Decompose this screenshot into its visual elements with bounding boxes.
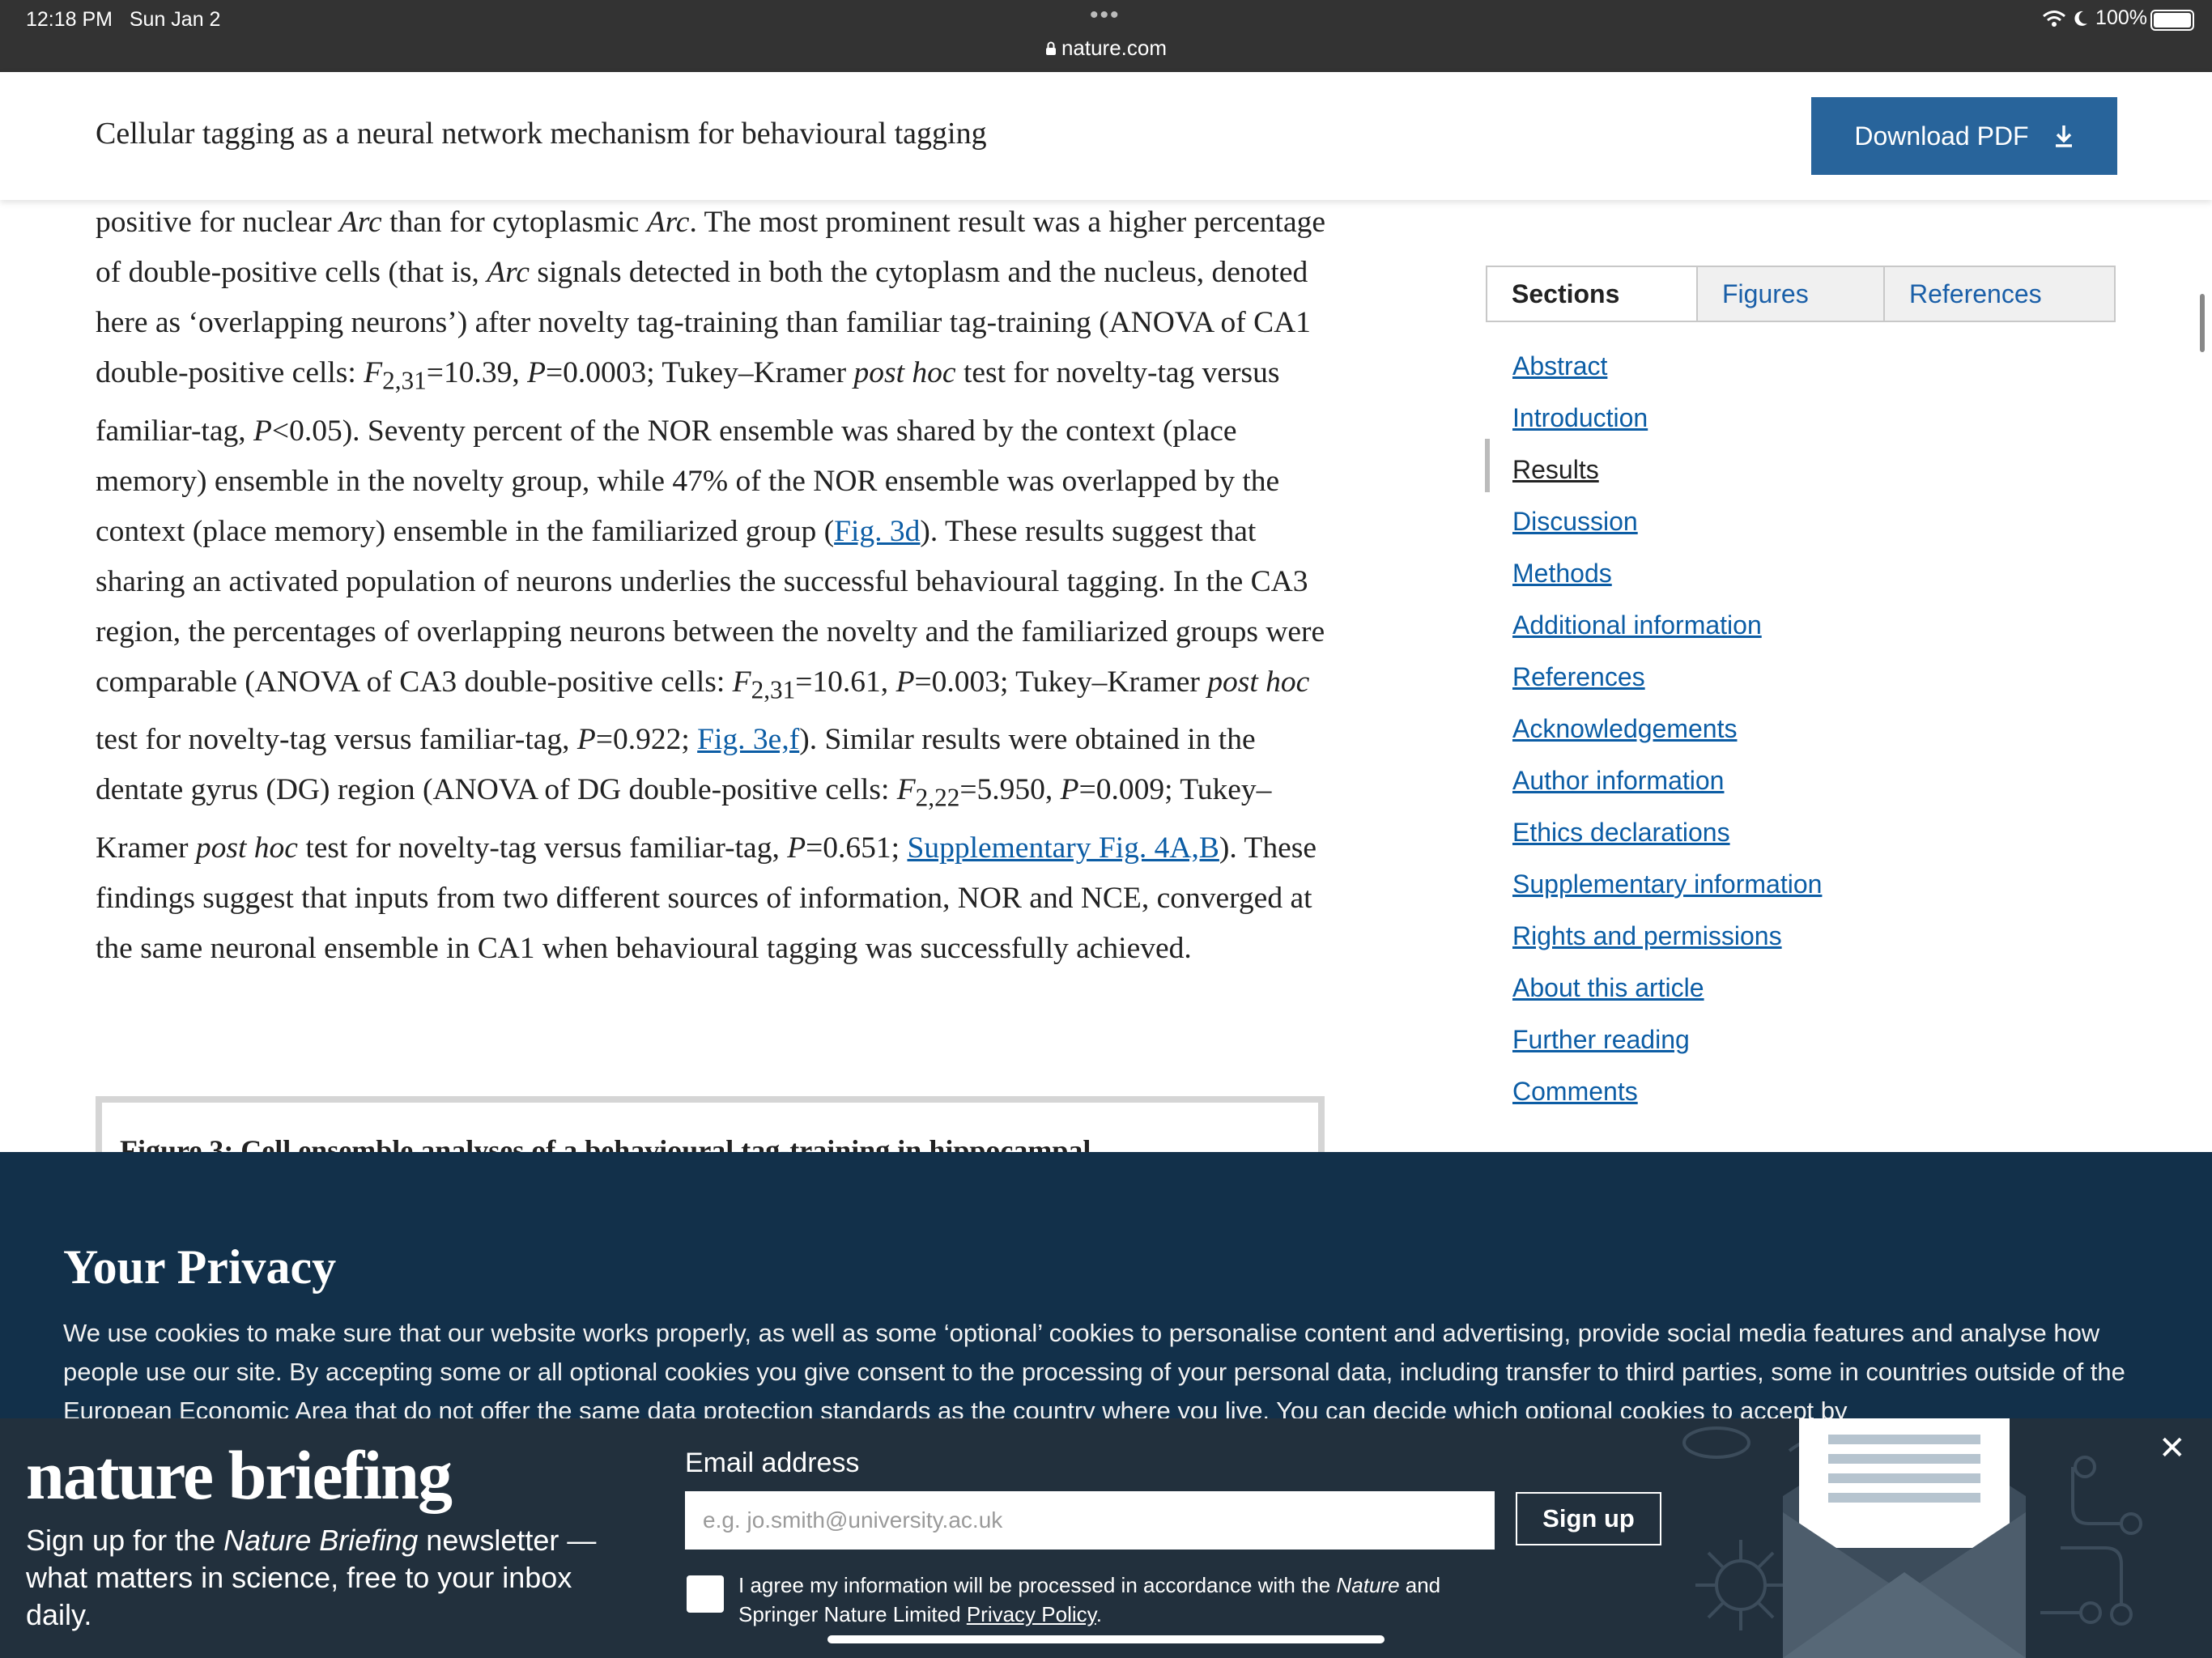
email-label: Email address — [685, 1448, 860, 1478]
link-supp-fig-4ab[interactable]: Supplementary Fig. 4A,B — [907, 831, 1219, 865]
consent-checkbox[interactable] — [687, 1575, 724, 1613]
sign-up-button[interactable]: Sign up — [1516, 1492, 1661, 1545]
moon-icon — [2074, 11, 2088, 26]
section-link-methods[interactable]: Methods — [1512, 547, 1822, 599]
section-link-additional-information[interactable]: Additional information — [1512, 599, 1822, 651]
tab-sections[interactable]: Sections — [1487, 267, 1696, 321]
download-pdf-label: Download PDF — [1854, 121, 2029, 151]
section-link-supplementary-information[interactable]: Supplementary information — [1512, 858, 1822, 910]
section-link-references[interactable]: References — [1512, 651, 1822, 703]
status-bar: 12:18 PM Sun Jan 2 ••• nature.com 100% — [0, 0, 2212, 72]
section-link-discussion[interactable]: Discussion — [1512, 495, 1822, 547]
consent-text: I agree my information will be processed… — [738, 1573, 1441, 1626]
tab-references[interactable]: References — [1883, 267, 2114, 321]
section-link-abstract[interactable]: Abstract — [1512, 340, 1822, 392]
battery-icon — [2150, 10, 2194, 31]
url-text: nature.com — [1061, 36, 1168, 60]
privacy-banner: Your Privacy We use cookies to make sure… — [0, 1152, 2212, 1419]
wifi-icon — [2043, 10, 2066, 27]
status-indicators: 100% — [2042, 6, 2147, 30]
privacy-text: We use cookies to make sure that our web… — [63, 1319, 2125, 1419]
download-icon — [2055, 125, 2072, 147]
results-paragraph: positive for nuclear Arc than for cytopl… — [96, 206, 1325, 965]
link-fig-3ef[interactable]: Fig. 3e,f — [697, 723, 799, 756]
email-input[interactable] — [685, 1491, 1495, 1550]
article-header: Cellular tagging as a neural network mec… — [0, 72, 2212, 200]
current-section-marker — [1485, 439, 1490, 492]
section-link-acknowledgements[interactable]: Acknowledgements — [1512, 703, 1822, 755]
sections-list: Abstract Introduction Results Discussion… — [1512, 340, 1822, 1117]
nature-briefing-logo: nature briefing — [26, 1436, 453, 1514]
section-link-ethics-declarations[interactable]: Ethics declarations — [1512, 806, 1822, 858]
section-link-comments[interactable]: Comments — [1512, 1065, 1822, 1117]
section-link-results[interactable]: Results — [1512, 444, 1822, 495]
browser-menu-dots[interactable]: ••• — [1090, 2, 1121, 29]
section-link-about-this-article[interactable]: About this article — [1512, 962, 1822, 1014]
section-link-author-information[interactable]: Author information — [1512, 755, 1822, 806]
article-body: positive for nuclear Arc than for cytopl… — [96, 198, 1326, 974]
privacy-title: Your Privacy — [63, 1240, 337, 1294]
envelope-illustration-icon — [1682, 1418, 2142, 1658]
section-link-rights-and-permissions[interactable]: Rights and permissions — [1512, 910, 1822, 962]
url-bar[interactable]: nature.com — [0, 36, 2212, 61]
status-time: 12:18 PM Sun Jan 2 — [26, 8, 221, 31]
section-link-introduction[interactable]: Introduction — [1512, 392, 1822, 444]
tab-figures[interactable]: Figures — [1696, 267, 1883, 321]
close-icon[interactable]: ✕ — [2159, 1430, 2186, 1467]
privacy-policy-link[interactable]: Privacy Policy — [967, 1602, 1096, 1626]
battery-percent: 100% — [2095, 6, 2147, 29]
article-title: Cellular tagging as a neural network mec… — [96, 117, 987, 151]
page-scrollbar[interactable] — [2200, 294, 2205, 352]
link-fig-3d[interactable]: Fig. 3d — [834, 515, 920, 548]
lock-icon — [1045, 41, 1056, 55]
home-indicator[interactable] — [827, 1635, 1385, 1643]
section-link-further-reading[interactable]: Further reading — [1512, 1014, 1822, 1065]
nature-briefing-banner: nature briefing Sign up for the Nature B… — [0, 1418, 2212, 1658]
briefing-description: Sign up for the Nature Briefing newslett… — [26, 1524, 597, 1631]
sidebar-tabs: Sections Figures References — [1486, 266, 2116, 322]
download-pdf-button[interactable]: Download PDF — [1811, 97, 2117, 175]
